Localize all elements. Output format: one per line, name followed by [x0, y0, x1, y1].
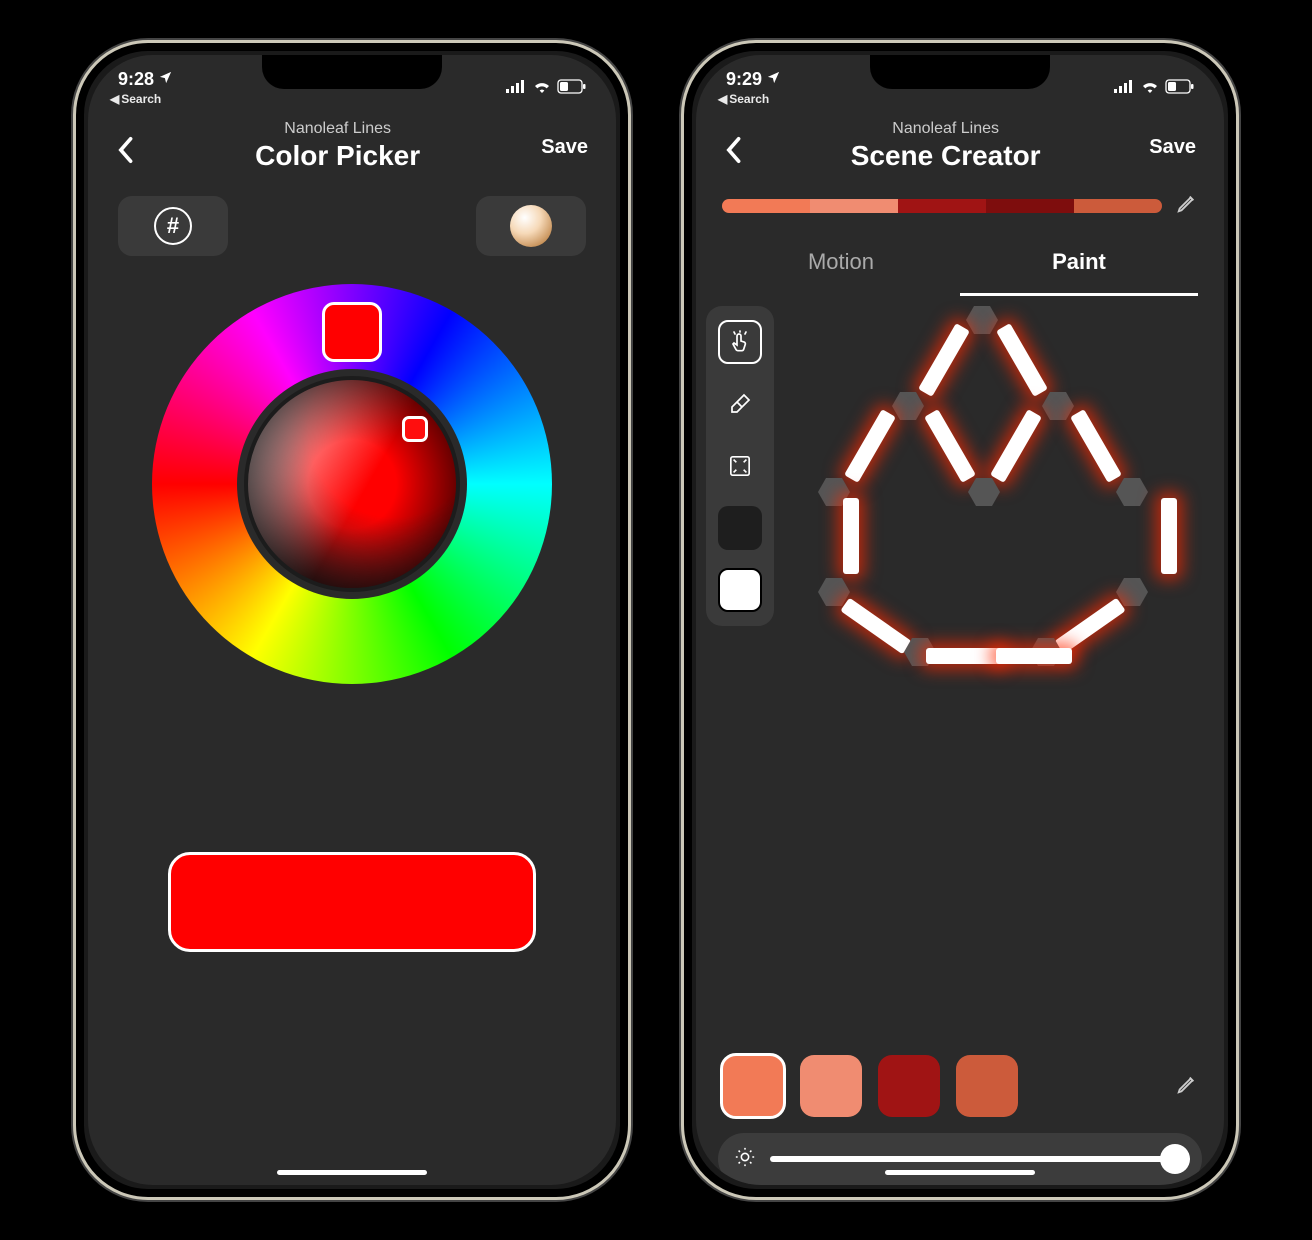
eraser-tool[interactable] — [718, 382, 762, 426]
light-bar[interactable] — [1161, 498, 1177, 574]
color-swatch-3[interactable] — [956, 1055, 1018, 1117]
chevron-left-icon: ◀ — [718, 92, 727, 106]
signal-icon — [1114, 77, 1134, 98]
color-swatch-0[interactable] — [722, 1055, 784, 1117]
mode-row: # — [88, 182, 616, 262]
selected-color-preview[interactable] — [168, 852, 536, 952]
phone-right: 9:29 ◀ Search — [681, 40, 1239, 1200]
back-button[interactable] — [724, 114, 742, 171]
hue-handle[interactable] — [322, 302, 382, 362]
page-title: Color Picker — [134, 140, 541, 172]
light-bar[interactable] — [996, 323, 1048, 397]
tool-swatch-light[interactable] — [718, 568, 762, 612]
connector-node[interactable] — [892, 392, 924, 420]
light-bar[interactable] — [1070, 409, 1122, 483]
back-to-app[interactable]: ◀ Search — [110, 92, 173, 106]
nav-row: Nanoleaf Lines Color Picker Save — [88, 110, 616, 182]
palette-strip-row — [696, 182, 1224, 225]
light-bar[interactable] — [996, 648, 1072, 664]
expand-tool[interactable] — [718, 444, 762, 488]
wifi-icon — [1140, 77, 1160, 98]
connector-node[interactable] — [968, 478, 1000, 506]
light-bar[interactable] — [840, 598, 911, 655]
hue-ring[interactable] — [152, 284, 552, 684]
connector-node[interactable] — [1116, 578, 1148, 606]
saturation-handle[interactable] — [402, 416, 428, 442]
chevron-left-icon: ◀ — [110, 92, 119, 106]
light-bar[interactable] — [1054, 598, 1125, 655]
back-button[interactable] — [116, 114, 134, 171]
edit-swatches-button[interactable] — [1176, 1073, 1198, 1100]
color-wheel[interactable] — [88, 284, 616, 684]
warm-mode-button[interactable] — [476, 196, 586, 256]
back-to-app-label: Search — [121, 92, 161, 106]
page-title: Scene Creator — [742, 140, 1149, 172]
save-button[interactable]: Save — [541, 114, 588, 159]
hash-icon: # — [154, 207, 192, 245]
home-indicator[interactable] — [277, 1170, 427, 1175]
light-bar[interactable] — [926, 648, 1002, 664]
screen-scene-creator: 9:29 ◀ Search — [696, 55, 1224, 1185]
lines-layout-canvas[interactable] — [766, 296, 1224, 726]
location-icon — [766, 69, 781, 90]
status-time: 9:29 — [726, 69, 762, 90]
warm-tone-icon — [510, 205, 552, 247]
swatch-row — [696, 1049, 1224, 1123]
tab-paint[interactable]: Paint — [960, 231, 1198, 296]
connector-node[interactable] — [1116, 478, 1148, 506]
screen-color-picker: 9:28 ◀ Search — [88, 55, 616, 1185]
saturation-disc[interactable] — [244, 376, 460, 592]
connector-node[interactable] — [1042, 392, 1074, 420]
light-bar[interactable] — [843, 498, 859, 574]
battery-icon — [558, 77, 586, 98]
palette-segment[interactable] — [722, 199, 810, 213]
paint-toolbar — [706, 306, 774, 626]
palette-segment[interactable] — [898, 199, 986, 213]
battery-icon — [1166, 77, 1194, 98]
finger-tap-tool[interactable] — [718, 320, 762, 364]
nav-row: Nanoleaf Lines Scene Creator Save — [696, 110, 1224, 182]
location-icon — [158, 69, 173, 90]
tabs: Motion Paint — [696, 225, 1224, 296]
light-bar[interactable] — [844, 409, 896, 483]
header-subtitle: Nanoleaf Lines — [134, 120, 541, 138]
brightness-slider[interactable] — [718, 1133, 1202, 1185]
hex-mode-button[interactable]: # — [118, 196, 228, 256]
brightness-track[interactable] — [770, 1156, 1190, 1162]
edit-palette-button[interactable] — [1176, 192, 1198, 219]
header-subtitle: Nanoleaf Lines — [742, 120, 1149, 138]
tab-motion[interactable]: Motion — [722, 231, 960, 296]
light-bar[interactable] — [924, 409, 976, 483]
signal-icon — [506, 77, 526, 98]
notch — [262, 55, 442, 89]
palette-segment[interactable] — [986, 199, 1074, 213]
brightness-icon — [734, 1146, 756, 1173]
canvas-area — [696, 296, 1224, 1049]
tool-swatch-dark[interactable] — [718, 506, 762, 550]
back-to-app[interactable]: ◀ Search — [718, 92, 781, 106]
connector-node[interactable] — [966, 306, 998, 334]
wifi-icon — [532, 77, 552, 98]
home-indicator[interactable] — [885, 1170, 1035, 1175]
phone-left: 9:28 ◀ Search — [73, 40, 631, 1200]
back-to-app-label: Search — [729, 92, 769, 106]
color-swatch-2[interactable] — [878, 1055, 940, 1117]
color-swatch-1[interactable] — [800, 1055, 862, 1117]
save-button[interactable]: Save — [1149, 114, 1196, 159]
palette-strip[interactable] — [722, 199, 1162, 213]
palette-segment[interactable] — [810, 199, 898, 213]
notch — [870, 55, 1050, 89]
status-time: 9:28 — [118, 69, 154, 90]
brightness-knob[interactable] — [1160, 1144, 1190, 1174]
palette-segment[interactable] — [1074, 199, 1162, 213]
light-bar[interactable] — [990, 409, 1042, 483]
light-bar[interactable] — [918, 323, 970, 397]
